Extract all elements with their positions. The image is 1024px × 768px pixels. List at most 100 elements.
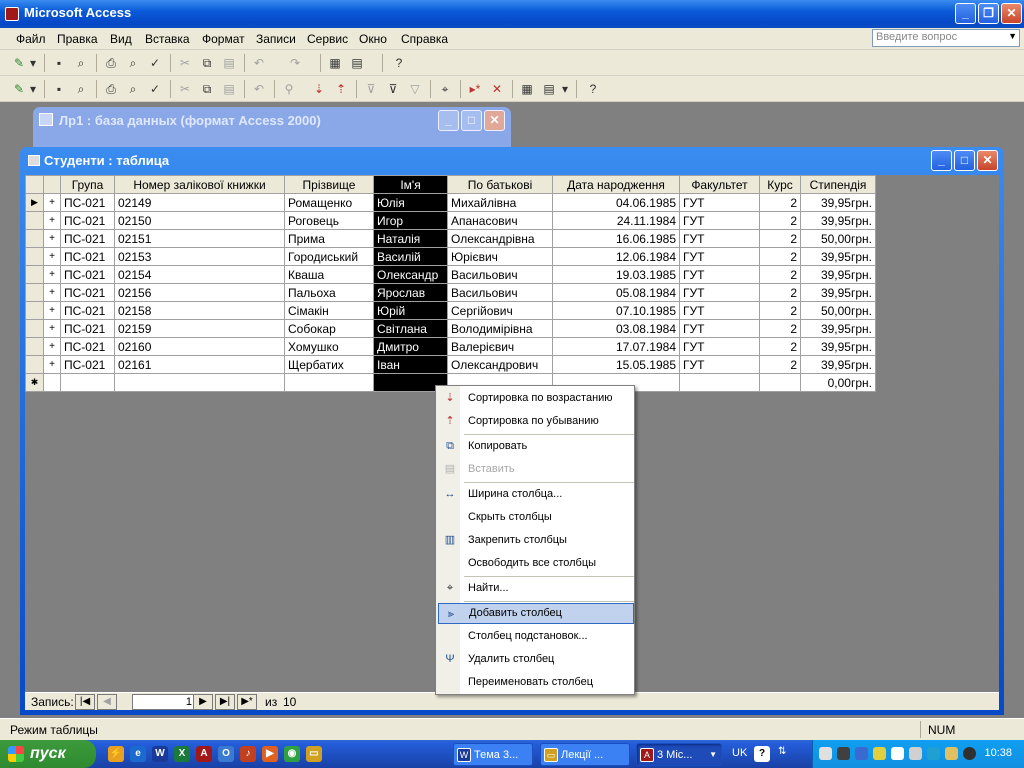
menu-edit[interactable]: Правка bbox=[57, 32, 98, 46]
table-row[interactable]: + ПС-021 02153 Городиський Василій Юрієвич 12.… bbox=[25, 247, 876, 266]
table-cell[interactable]: Ярослав bbox=[373, 283, 448, 302]
table-row[interactable]: + ПС-021 02150 Роговець Игор Апанасович 24.11.… bbox=[25, 211, 876, 230]
table-cell[interactable]: ПС-021 bbox=[60, 337, 115, 356]
ask-question-input[interactable]: Введите вопрос ▼ bbox=[872, 29, 1020, 47]
tray-icon[interactable] bbox=[891, 747, 904, 760]
table-cell[interactable]: 2 bbox=[759, 319, 801, 338]
table-cell[interactable]: 24.11.1984 bbox=[552, 211, 680, 230]
table-cell[interactable]: ПС-021 bbox=[60, 247, 115, 266]
table-cell[interactable]: 12.06.1984 bbox=[552, 247, 680, 266]
table-row[interactable]: + ПС-021 02158 Сімакін Юрій Сергійович 07.10.1… bbox=[25, 301, 876, 320]
table-cell[interactable]: 2 bbox=[759, 211, 801, 230]
table-cell[interactable]: ПС-021 bbox=[60, 193, 115, 212]
table-cell[interactable]: ПС-021 bbox=[60, 229, 115, 248]
table-cell[interactable]: 2 bbox=[759, 193, 801, 212]
view-icon[interactable]: ✎ bbox=[10, 54, 28, 72]
menu-file[interactable]: Файл bbox=[16, 32, 46, 46]
table-cell[interactable]: Щербатих bbox=[284, 355, 374, 374]
table-cell[interactable]: 19.03.1985 bbox=[552, 265, 680, 284]
table-row[interactable]: + ПС-021 02161 Щербатих Іван Олександрович 15.… bbox=[25, 355, 876, 374]
table-cell[interactable]: 50,00грн. bbox=[800, 229, 876, 248]
table-cell[interactable]: 39,95грн. bbox=[800, 265, 876, 284]
table-cell[interactable]: Наталія bbox=[373, 229, 448, 248]
close-button[interactable]: ✕ bbox=[1001, 3, 1022, 24]
access-app-icon[interactable] bbox=[5, 7, 19, 21]
redo-icon[interactable]: ↷ bbox=[286, 54, 304, 72]
table-cell[interactable]: Василій bbox=[373, 247, 448, 266]
tray-icon[interactable] bbox=[963, 747, 976, 760]
table-cell[interactable]: 02156 bbox=[114, 283, 285, 302]
menu-item-hide-columns[interactable]: Скрыть столбцы bbox=[438, 507, 634, 528]
help-icon[interactable]: ? bbox=[390, 54, 408, 72]
view-icon[interactable]: ✎ bbox=[10, 80, 28, 98]
menu-tools[interactable]: Сервис bbox=[307, 32, 348, 46]
table-cell[interactable]: ГУТ bbox=[679, 247, 760, 266]
table-cell[interactable]: Хомушко bbox=[284, 337, 374, 356]
delete-record-icon[interactable]: ✕ bbox=[488, 80, 506, 98]
help-icon[interactable]: ? bbox=[584, 80, 602, 98]
menu-item-lookup-column[interactable]: Столбец подстановок... bbox=[438, 626, 634, 647]
menu-item-freeze-columns[interactable]: ▥ Закрепить столбцы bbox=[438, 530, 634, 551]
table-cell[interactable]: 39,95грн. bbox=[800, 193, 876, 212]
table-cell[interactable]: 39,95грн. bbox=[800, 337, 876, 356]
media-icon[interactable]: ♪ bbox=[240, 746, 256, 762]
internet-explorer-icon[interactable]: e bbox=[130, 746, 146, 762]
column-header-faculty[interactable]: Факультет bbox=[679, 175, 760, 194]
table-cell[interactable]: Олександрівна bbox=[447, 229, 553, 248]
print-icon[interactable]: ⎙ bbox=[102, 54, 120, 72]
table-cell[interactable] bbox=[114, 373, 285, 392]
table-cell[interactable]: ПС-021 bbox=[60, 319, 115, 338]
restore-button[interactable]: ❐ bbox=[978, 3, 999, 24]
search-file-icon[interactable]: ⌕ bbox=[72, 80, 90, 98]
table-cell[interactable]: 2 bbox=[759, 265, 801, 284]
expand-subdatasheet-icon[interactable]: + bbox=[43, 301, 61, 320]
table-cell[interactable]: 02161 bbox=[114, 355, 285, 374]
menu-item-sort-ascending[interactable]: ⇣ Сортировка по возрастанию bbox=[438, 388, 634, 409]
table-cell[interactable]: 2 bbox=[759, 337, 801, 356]
table-cell[interactable]: Пальоха bbox=[284, 283, 374, 302]
table-cell[interactable]: ГУТ bbox=[679, 337, 760, 356]
tray-icon[interactable] bbox=[927, 747, 940, 760]
table-cell[interactable]: 39,95грн. bbox=[800, 247, 876, 266]
table-cell[interactable]: 50,00грн. bbox=[800, 301, 876, 320]
table-cell[interactable] bbox=[60, 373, 115, 392]
table-cell[interactable]: Дмитро bbox=[373, 337, 448, 356]
start-button[interactable]: пуск bbox=[0, 740, 96, 768]
folder-icon[interactable]: ▭ bbox=[306, 746, 322, 762]
table-cell[interactable]: 39,95грн. bbox=[800, 211, 876, 230]
table-cell[interactable]: Роговець bbox=[284, 211, 374, 230]
table-cell[interactable]: ГУТ bbox=[679, 301, 760, 320]
table-cell[interactable] bbox=[43, 373, 61, 392]
print-icon[interactable]: ⎙ bbox=[102, 80, 120, 98]
expand-subdatasheet-icon[interactable]: + bbox=[43, 247, 61, 266]
menu-item-column-width[interactable]: ↔ Ширина столбца... bbox=[438, 484, 634, 505]
table-cell[interactable]: Юрієвич bbox=[447, 247, 553, 266]
select-all-corner[interactable] bbox=[25, 175, 44, 194]
table-cell[interactable]: ПС-021 bbox=[60, 283, 115, 302]
table-cell[interactable]: 17.07.1984 bbox=[552, 337, 680, 356]
table-cell[interactable]: 07.10.1985 bbox=[552, 301, 680, 320]
table-cell[interactable]: 39,95грн. bbox=[800, 319, 876, 338]
close-button[interactable]: ✕ bbox=[484, 110, 505, 131]
sort-ascending-icon[interactable]: ⇣ bbox=[310, 80, 328, 98]
table-cell[interactable]: 02151 bbox=[114, 229, 285, 248]
table-cell[interactable]: 03.08.1984 bbox=[552, 319, 680, 338]
new-record-selector[interactable]: ✱ bbox=[25, 373, 44, 392]
menu-view[interactable]: Вид bbox=[110, 32, 132, 46]
tray-icon[interactable] bbox=[837, 747, 850, 760]
table-cell[interactable]: 39,95грн. bbox=[800, 283, 876, 302]
access-icon[interactable]: A bbox=[196, 746, 212, 762]
record-selector[interactable] bbox=[25, 337, 44, 356]
table-cell[interactable]: 2 bbox=[759, 283, 801, 302]
chevron-down-icon[interactable]: ▼ bbox=[1008, 31, 1017, 41]
current-record-selector[interactable]: ▶ bbox=[25, 193, 44, 212]
table-cell[interactable]: ГУТ bbox=[679, 229, 760, 248]
table-cell[interactable]: Кваша bbox=[284, 265, 374, 284]
undo-icon[interactable]: ↶ bbox=[250, 80, 268, 98]
undo-icon[interactable]: ↶ bbox=[250, 54, 268, 72]
quicklaunch-icon[interactable]: ⚡ bbox=[108, 746, 124, 762]
ime-icon[interactable]: ⇅ bbox=[778, 746, 786, 757]
expand-subdatasheet-icon[interactable]: + bbox=[43, 265, 61, 284]
app-icon[interactable]: ◉ bbox=[284, 746, 300, 762]
new-record-icon[interactable]: ▸* bbox=[466, 80, 484, 98]
